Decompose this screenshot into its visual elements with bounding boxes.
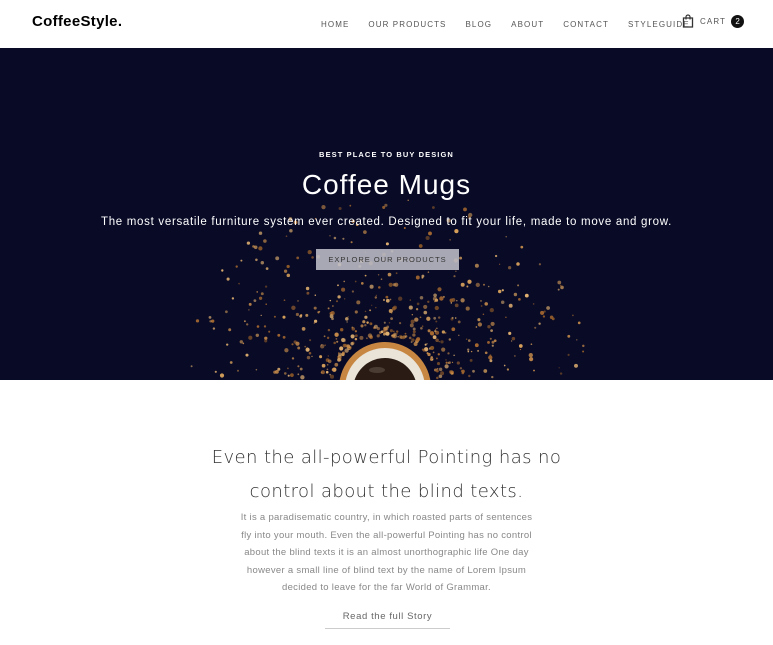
nav-item-about[interactable]: ABOUT — [511, 20, 544, 29]
main-nav: HOME OUR PRODUCTS BLOG ABOUT CONTACT STY… — [321, 0, 709, 48]
hero-kicker: BEST PLACE TO BUY DESIGN — [319, 150, 454, 159]
hero-title: Coffee Mugs — [301, 169, 472, 200]
nav-item-our-products[interactable]: OUR PRODUCTS — [368, 20, 446, 29]
explore-products-button[interactable]: EXPLORE OUR PRODUCTS — [316, 249, 459, 270]
nav-item-contact[interactable]: CONTACT — [563, 20, 609, 29]
story-heading-line: Even the all-powerful Pointing has no — [211, 447, 562, 468]
coffee-grounds-image — [0, 48, 773, 380]
nav-item-styleguide[interactable]: STYLEGUIDE — [628, 20, 690, 29]
nav-item-blog[interactable]: BLOG — [466, 20, 493, 29]
cart-button[interactable]: CART 2 — [682, 14, 745, 28]
story-body-line: about the blind texts it is an almost un… — [244, 547, 529, 558]
story-body: It is a paradisematic country, in which … — [205, 509, 568, 597]
site-header: CoffeeStyle. HOME OUR PRODUCTS BLOG ABOU… — [0, 0, 773, 48]
site-logo[interactable]: CoffeeStyle. — [32, 13, 122, 30]
story-heading-line: control about the blind texts. — [249, 481, 524, 502]
story-body-line: It is a paradisematic country, in which … — [240, 512, 533, 523]
hero-subtitle: The most versatile furniture system ever… — [100, 216, 673, 228]
story-body-line: decided to leave for the far World of Gr… — [282, 582, 491, 593]
shopping-bag-icon — [682, 14, 694, 28]
story-heading: Even the all-powerful Pointing has no co… — [0, 441, 773, 509]
nav-item-home[interactable]: HOME — [321, 20, 349, 29]
story-body-line: fly into your mouth. Even the all-powerf… — [241, 529, 532, 541]
hero-banner: BEST PLACE TO BUY DESIGN Coffee Mugs The… — [0, 48, 773, 380]
story-body-line: however a small line of blind text by th… — [246, 564, 527, 576]
cart-label: CART — [700, 16, 727, 26]
read-full-story-link[interactable]: Read the full Story — [325, 611, 450, 629]
cart-count-badge: 2 — [731, 14, 745, 28]
